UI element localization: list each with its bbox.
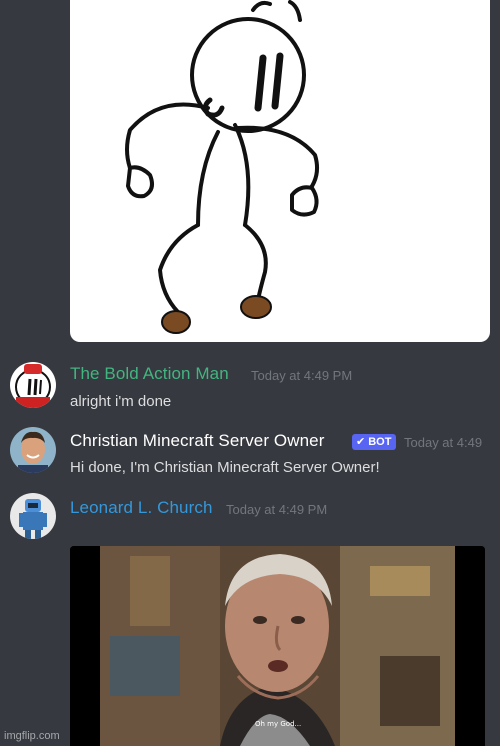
message-timestamp: Today at 4:49 PM: [251, 368, 353, 383]
username-text: The Bold Action Man: [70, 364, 229, 383]
username[interactable]: Christian Minecraft Server Owner: [70, 431, 325, 451]
message-timestamp: Today at 4:49 PM: [226, 502, 328, 517]
username-text: Leonard L. Church: [70, 498, 213, 517]
username[interactable]: The Bold Action Man: [70, 364, 229, 384]
imgflip-watermark: imgflip.com: [4, 730, 60, 742]
avatar[interactable]: [10, 427, 56, 473]
top-image-attachment[interactable]: [70, 0, 490, 342]
avatar[interactable]: [10, 362, 56, 408]
message-text: Hi done, I'm Christian Minecraft Server …: [70, 459, 380, 476]
message-timestamp: Today at 4:49: [404, 435, 483, 450]
verified-check-icon: ✔: [356, 436, 366, 448]
message-text: alright i'm done: [70, 393, 172, 410]
smiling-man-avatar-icon: [10, 427, 56, 473]
soldier-avatar-icon: [10, 493, 56, 539]
username[interactable]: Leonard L. Church: [70, 498, 213, 518]
avatar[interactable]: [10, 493, 56, 539]
henry-stickmin-avatar-icon: [10, 362, 56, 408]
bot-badge-label: BOT: [368, 436, 392, 448]
video-caption: Oh my God...: [255, 720, 302, 728]
bot-badge: ✔ BOT: [352, 434, 397, 450]
stickman-figure-icon: [125, 0, 319, 334]
old-man-movie-still-icon: [70, 546, 485, 746]
image-attachment[interactable]: [70, 546, 485, 746]
